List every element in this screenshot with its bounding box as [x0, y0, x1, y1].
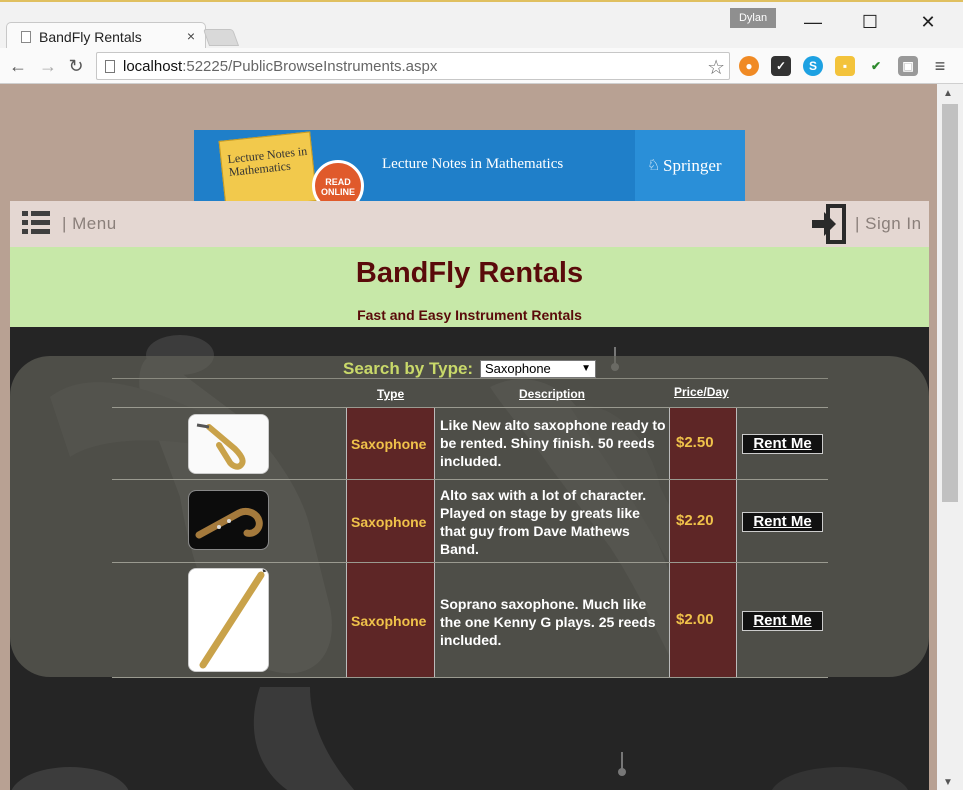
- page-viewport: Lecture Notes in Mathematics READ ONLINE…: [0, 84, 937, 790]
- table-row: Saxophone Like New alto saxophone ready …: [112, 407, 828, 479]
- type-cell: Saxophone: [346, 408, 435, 479]
- column-price[interactable]: Price/Day: [674, 385, 729, 399]
- extension-folder-icon[interactable]: ▪: [835, 56, 855, 76]
- back-arrow-icon[interactable]: ←: [6, 54, 30, 78]
- nav-bar: | Menu | Sign In: [10, 201, 929, 247]
- page-scrollbar[interactable]: ▲ ▼: [937, 84, 963, 790]
- column-type[interactable]: Type: [377, 387, 404, 401]
- rent-me-button[interactable]: Rent Me: [742, 611, 823, 631]
- price-cell: $2.00: [669, 563, 737, 677]
- price-cell: $2.50: [669, 408, 737, 479]
- extension-check-icon[interactable]: ✔: [866, 56, 886, 76]
- ad-read-online-badge: READ ONLINE: [312, 160, 364, 201]
- site-subtitle: Fast and Easy Instrument Rentals: [357, 307, 582, 323]
- rent-me-button[interactable]: Rent Me: [742, 512, 823, 532]
- springer-logo-icon: ♘: [647, 157, 661, 174]
- site-title: BandFly Rentals: [355, 257, 584, 289]
- menu-label[interactable]: | Menu: [62, 214, 117, 234]
- alto-saxophone-image: [189, 415, 268, 473]
- browser-tab[interactable]: BandFly Rentals ×: [6, 22, 206, 50]
- column-description[interactable]: Description: [519, 387, 585, 401]
- extension-puzzle-icon[interactable]: ▣: [898, 56, 918, 76]
- search-label: Search by Type:: [343, 359, 474, 378]
- advertisement-banner[interactable]: Lecture Notes in Mathematics READ ONLINE…: [194, 130, 745, 201]
- ad-brand-panel: ♘ Springer: [635, 130, 745, 201]
- skype-icon[interactable]: S: [803, 56, 823, 76]
- scroll-up-arrow-icon[interactable]: ▲: [943, 88, 953, 99]
- minimize-button[interactable]: —: [793, 8, 833, 36]
- instrument-image: [188, 490, 269, 550]
- tab-title: BandFly Rentals: [39, 29, 142, 45]
- forward-arrow-icon[interactable]: →: [36, 54, 60, 78]
- bookmark-star-icon[interactable]: ☆: [707, 55, 725, 80]
- soprano-saxophone-image: [189, 569, 268, 671]
- page-icon: [21, 31, 31, 43]
- new-tab-button[interactable]: [202, 29, 240, 46]
- close-window-button[interactable]: ✕: [908, 8, 948, 36]
- instrument-type-select[interactable]: Saxophone ▼: [480, 360, 596, 378]
- url-text[interactable]: localhost:52225/PublicBrowseInstruments.…: [123, 58, 437, 75]
- sign-in-icon[interactable]: [810, 204, 846, 244]
- description-cell: Like New alto saxophone ready to be rent…: [440, 417, 666, 469]
- address-bar[interactable]: localhost:52225/PublicBrowseInstruments.…: [96, 52, 730, 80]
- ad-headline: Lecture Notes in Mathematics: [382, 156, 564, 172]
- reload-icon[interactable]: ↻: [64, 54, 88, 78]
- grid-header: Type Description Price/Day: [112, 378, 828, 407]
- type-cell: Saxophone: [346, 480, 435, 562]
- description-cell: Soprano saxophone. Much like the one Ken…: [440, 596, 656, 648]
- ad-book-cover: Lecture Notes in Mathematics: [218, 131, 318, 201]
- table-row: Saxophone Soprano saxophone. Much like t…: [112, 562, 828, 677]
- dropdown-arrow-icon: ▼: [581, 363, 591, 374]
- rent-me-button[interactable]: Rent Me: [742, 434, 823, 454]
- extension-checklist-icon[interactable]: ✓: [771, 56, 791, 76]
- browse-content: Search by Type: Saxophone ▼ Type Descrip…: [10, 327, 929, 790]
- instrument-image: [188, 568, 269, 672]
- alto-saxophone-dark-image: [189, 491, 268, 549]
- sign-in-label[interactable]: | Sign In: [855, 214, 922, 234]
- type-cell: Saxophone: [346, 563, 435, 677]
- site-header: BandFly Rentals Fast and Easy Instrument…: [10, 247, 929, 327]
- browser-tabstrip: BandFly Rentals × Dylan — ☐ ✕: [0, 0, 963, 50]
- instrument-image: [188, 414, 269, 474]
- extension-orange-icon[interactable]: ●: [739, 56, 759, 76]
- page-icon: [105, 60, 115, 73]
- ad-brand: Springer: [663, 156, 722, 175]
- profile-badge[interactable]: Dylan: [730, 8, 776, 28]
- maximize-button[interactable]: ☐: [850, 8, 890, 36]
- browser-toolbar: ← → ↻ localhost:52225/PublicBrowseInstru…: [0, 48, 963, 84]
- price-cell: $2.20: [669, 480, 737, 562]
- site-container: | Menu | Sign In BandFly Rentals Fast an…: [10, 201, 929, 790]
- browser-menu-icon[interactable]: ≡: [930, 56, 950, 76]
- table-row: Saxophone Alto sax with a lot of charact…: [112, 479, 828, 562]
- scroll-down-arrow-icon[interactable]: ▼: [943, 777, 953, 788]
- grid-bottom-border: [112, 677, 828, 678]
- description-cell: Alto sax with a lot of character. Played…: [440, 487, 647, 557]
- scroll-thumb[interactable]: [942, 104, 958, 502]
- tab-close-icon[interactable]: ×: [187, 28, 195, 44]
- hamburger-menu-icon[interactable]: [22, 209, 50, 237]
